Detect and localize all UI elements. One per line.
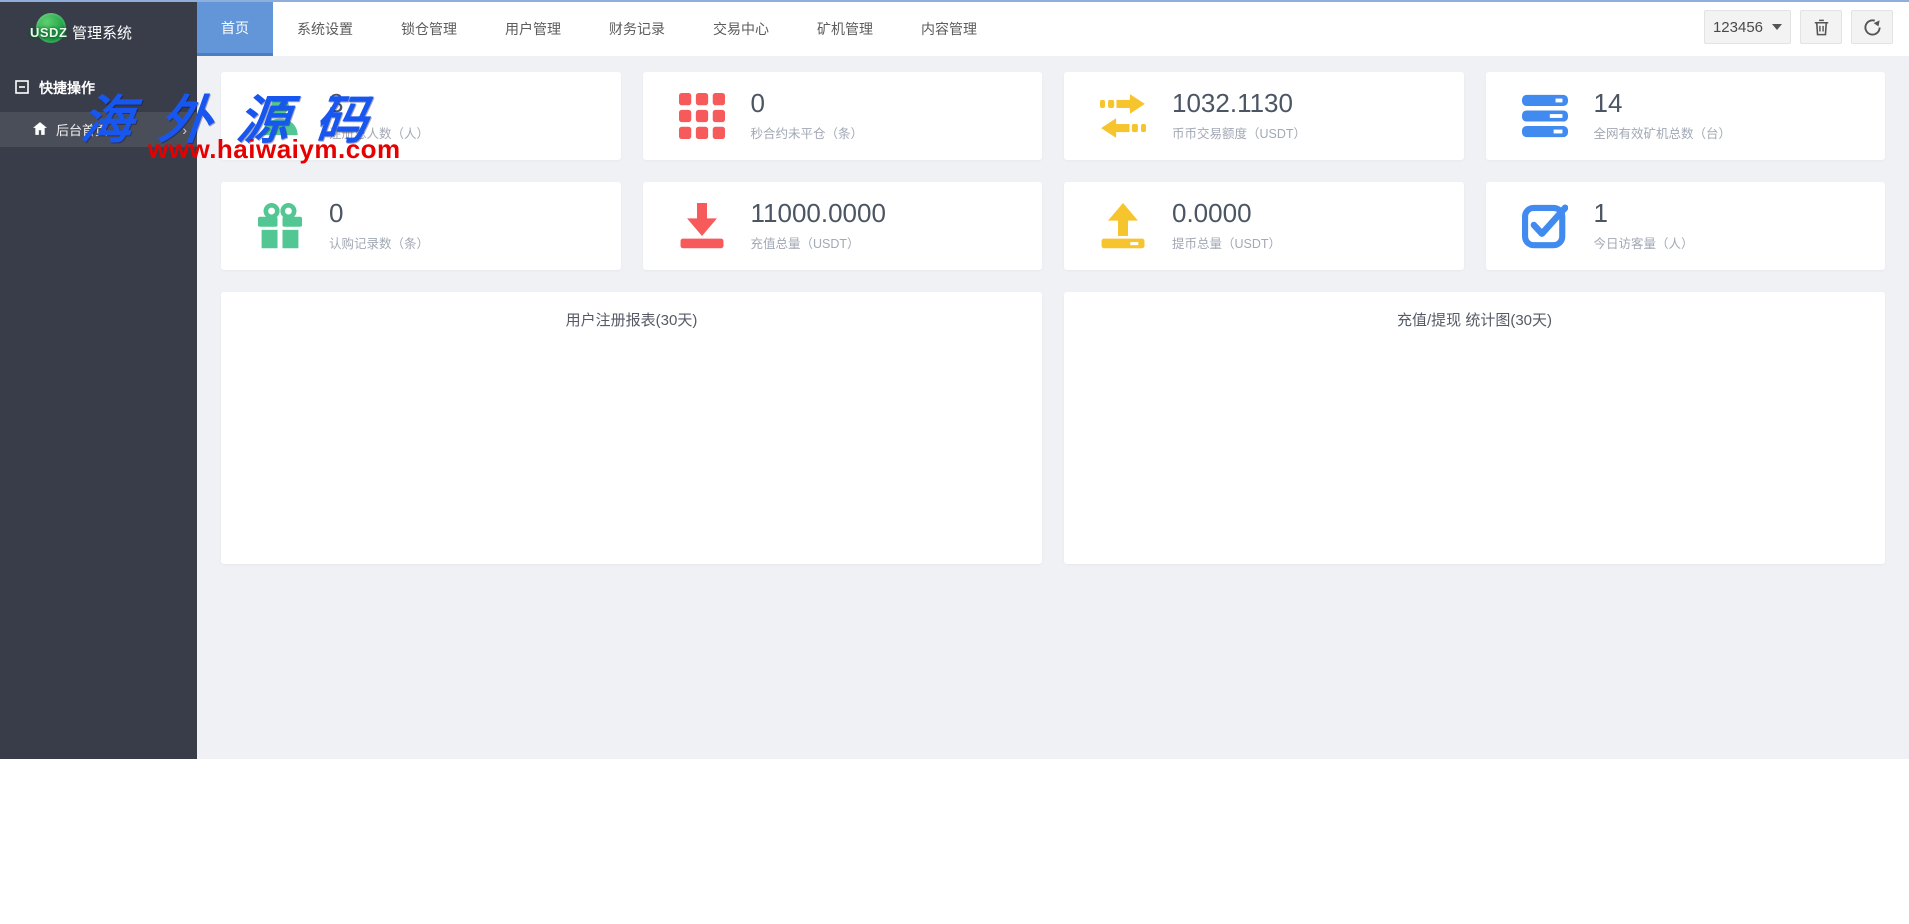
stat-label: 提币总量（USDT）	[1172, 237, 1282, 251]
collapse-square-icon	[15, 79, 29, 97]
panel-user-register-report: 用户注册报表(30天)	[221, 292, 1042, 564]
stat-card-active-miners: 14 全网有效矿机总数（台）	[1485, 72, 1885, 160]
stat-card-total-withdraw: 0.0000 提币总量（USDT）	[1064, 182, 1464, 270]
app-logo: USDZ 管理系统	[0, 0, 197, 56]
stat-value: 14	[1593, 88, 1623, 118]
admin-dashboard: USDZ 管理系统 首页 系统设置 锁仓管理 用户管理 财务记录 交易中心 矿机…	[0, 0, 1909, 759]
top-progress-line	[0, 0, 1909, 2]
stats-row-2: 0 认购记录数（条） 11000.0000 充值总量（USDT） 0.0000 …	[221, 182, 1885, 270]
stat-value: 11000.0000	[750, 198, 886, 228]
nav-item-trade-center[interactable]: 交易中心	[689, 2, 793, 56]
app-title: 管理系统	[72, 24, 133, 42]
stat-card-registered-users: 3 注册总人数（人）	[221, 72, 621, 160]
chart-panels: 用户注册报表(30天) 充值/提现 统计图(30天)	[221, 292, 1885, 564]
stat-card-coin-trade-volume: 1032.1130 币币交易额度（USDT）	[1064, 72, 1464, 160]
nav-item-content-mgmt[interactable]: 内容管理	[897, 2, 1001, 56]
trash-icon	[1812, 18, 1831, 37]
user-icon	[257, 93, 303, 139]
sidebar-item-label: 后台首页	[56, 123, 109, 138]
stat-value: 0	[750, 88, 765, 118]
header: USDZ 管理系统 首页 系统设置 锁仓管理 用户管理 财务记录 交易中心 矿机…	[0, 0, 1909, 56]
sidebar-section-label: 快捷操作	[39, 80, 95, 96]
panel-title: 用户注册报表(30天)	[565, 312, 698, 329]
sidebar-section-quick-ops[interactable]: 快捷操作	[0, 56, 197, 112]
gift-icon	[257, 203, 303, 249]
user-dropdown-label: 123456	[1712, 18, 1764, 36]
stat-label: 币币交易额度（USDT）	[1172, 127, 1307, 141]
main-content: 3 注册总人数（人） 0 秒合约未平仓（条） 1032.1130 币币交易额度（…	[197, 56, 1909, 759]
stat-value: 3	[329, 88, 344, 118]
globe-logo-icon: USDZ	[30, 13, 67, 43]
grid-icon	[678, 93, 725, 139]
nav-item-miner-mgmt[interactable]: 矿机管理	[793, 2, 897, 56]
header-actions: 123456	[1704, 10, 1893, 44]
nav-item-system-settings[interactable]: 系统设置	[273, 2, 377, 56]
stat-value: 1	[1593, 198, 1608, 228]
stat-card-open-contracts: 0 秒合约未平仓（条）	[642, 72, 1042, 160]
clear-cache-button[interactable]	[1800, 10, 1842, 44]
stat-value: 1032.1130	[1172, 88, 1293, 118]
exchange-icon	[1100, 93, 1146, 139]
stat-label: 认购记录数（条）	[329, 237, 430, 251]
logo-text: USDZ	[30, 25, 68, 40]
stats-row-1: 3 注册总人数（人） 0 秒合约未平仓（条） 1032.1130 币币交易额度（…	[221, 72, 1885, 160]
sidebar: 快捷操作 后台首页 ›	[0, 56, 197, 759]
logout-button[interactable]	[1851, 10, 1893, 44]
check-icon	[1521, 203, 1568, 249]
upload-icon	[1100, 203, 1146, 249]
stat-value: 0	[329, 198, 344, 228]
panel-deposit-withdraw-chart: 充值/提现 统计图(30天)	[1064, 292, 1885, 564]
nav-item-finance-records[interactable]: 财务记录	[585, 2, 689, 56]
stat-card-subscriptions: 0 认购记录数（条）	[221, 182, 621, 270]
panel-title: 充值/提现 统计图(30天)	[1396, 312, 1552, 329]
stat-label: 注册总人数（人）	[329, 127, 430, 141]
nav-item-user-mgmt[interactable]: 用户管理	[481, 2, 585, 56]
nav-item-home[interactable]: 首页	[197, 2, 273, 56]
stat-label: 今日访客量（人）	[1593, 237, 1694, 251]
home-icon	[33, 121, 47, 138]
nav-item-lockup-mgmt[interactable]: 锁仓管理	[377, 2, 481, 56]
top-nav: 首页 系统设置 锁仓管理 用户管理 财务记录 交易中心 矿机管理 内容管理	[197, 2, 1001, 56]
chevron-right-icon: ›	[182, 121, 187, 138]
page-bottom-blank	[0, 759, 1909, 924]
user-dropdown-button[interactable]: 123456	[1704, 10, 1791, 44]
sidebar-item-backend-home[interactable]: 后台首页 ›	[0, 112, 197, 147]
stat-label: 秒合约未平仓（条）	[750, 127, 864, 141]
stat-card-total-deposit: 11000.0000 充值总量（USDT）	[642, 182, 1042, 270]
stat-label: 充值总量（USDT）	[750, 237, 860, 251]
chevron-down-icon	[1772, 24, 1783, 30]
stat-value: 0.0000	[1172, 198, 1252, 228]
stat-card-today-visitors: 1 今日访客量（人）	[1485, 182, 1885, 270]
download-icon	[679, 203, 725, 249]
server-icon	[1521, 93, 1568, 139]
logout-icon	[1863, 18, 1882, 37]
stat-label: 全网有效矿机总数（台）	[1593, 127, 1732, 141]
